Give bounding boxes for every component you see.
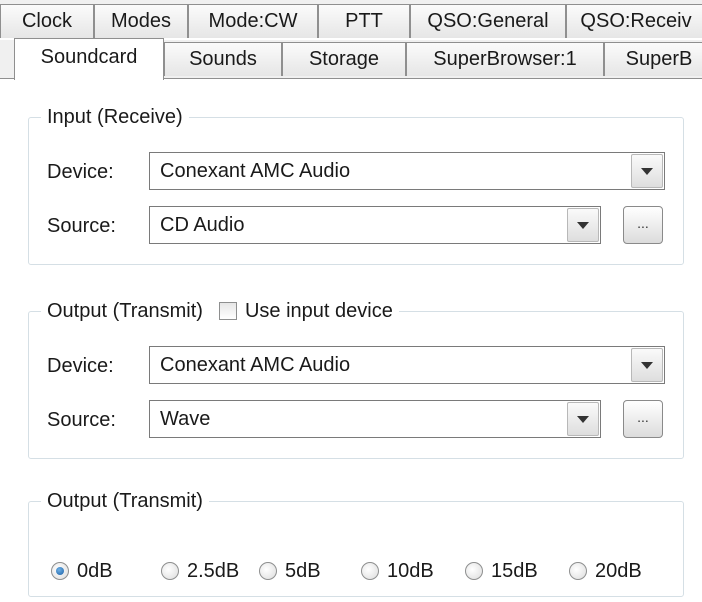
- output-device-select[interactable]: Conexant AMC Audio: [149, 346, 665, 384]
- level-radio-label: 10dB: [387, 560, 434, 582]
- tab-storage[interactable]: Storage: [282, 42, 406, 76]
- tab-superbrowser-2[interactable]: SuperB: [604, 42, 702, 76]
- input-receive-group: Input (Receive) Device: Conexant AMC Aud…: [28, 102, 684, 265]
- output-device-label: Device:: [47, 355, 114, 377]
- level-radio-0db[interactable]: 0dB: [51, 556, 113, 586]
- radio-icon: [361, 562, 379, 580]
- input-device-dropdown-button[interactable]: [631, 154, 663, 188]
- output-source-label: Source:: [47, 409, 116, 431]
- tab-clock[interactable]: Clock: [0, 4, 94, 38]
- output-device-dropdown-button[interactable]: [631, 348, 663, 382]
- tab-mode-cw[interactable]: Mode:CW: [188, 4, 318, 38]
- level-radio-15db[interactable]: 15dB: [465, 556, 538, 586]
- chevron-down-icon: [577, 221, 589, 229]
- input-source-label: Source:: [47, 215, 116, 237]
- input-device-select[interactable]: Conexant AMC Audio: [149, 152, 665, 190]
- tab-qso-receive[interactable]: QSO:Receiv: [566, 4, 702, 38]
- use-input-device-checkbox[interactable]: [218, 302, 237, 320]
- tab-qso-general[interactable]: QSO:General: [410, 4, 566, 38]
- chevron-down-icon: [577, 415, 589, 423]
- level-radio-label: 0dB: [77, 560, 113, 582]
- output-source-select[interactable]: Wave: [149, 400, 601, 438]
- radio-icon: [161, 562, 179, 580]
- tab-modes[interactable]: Modes: [94, 4, 188, 38]
- tab-ptt[interactable]: PTT: [318, 4, 410, 38]
- tab-soundcard[interactable]: Soundcard: [14, 38, 164, 80]
- radio-selected-icon: [51, 562, 69, 580]
- level-radio-20db[interactable]: 20dB: [569, 556, 642, 586]
- input-source-value: CD Audio: [160, 214, 245, 236]
- tab-row-back: Clock Modes Mode:CW PTT QSO:General QSO:…: [0, 0, 702, 38]
- input-source-select[interactable]: CD Audio: [149, 206, 601, 244]
- output-source-browse-button[interactable]: ...: [623, 400, 663, 438]
- level-radio-2-5db[interactable]: 2.5dB: [161, 556, 239, 586]
- level-radio-label: 5dB: [285, 560, 321, 582]
- input-source-dropdown-button[interactable]: [567, 208, 599, 242]
- output-level-group: Output (Transmit) 0dB 2.5dB 5dB 10dB 15d…: [28, 486, 684, 597]
- radio-icon: [259, 562, 277, 580]
- input-device-value: Conexant AMC Audio: [160, 160, 351, 182]
- tab-sounds[interactable]: Sounds: [164, 42, 282, 76]
- level-radio-label: 2.5dB: [187, 560, 240, 582]
- radio-icon: [465, 562, 483, 580]
- input-receive-title: Input (Receive): [41, 102, 189, 132]
- chevron-down-icon: [641, 361, 653, 369]
- level-radio-5db[interactable]: 5dB: [259, 556, 321, 586]
- input-device-label: Device:: [47, 161, 114, 183]
- output-level-title: Output (Transmit): [41, 486, 209, 516]
- tab-row-front: Soundcard Sounds Storage SuperBrowser:1 …: [0, 38, 702, 80]
- output-device-value: Conexant AMC Audio: [160, 354, 351, 376]
- chevron-down-icon: [641, 167, 653, 175]
- level-radio-label: 15dB: [491, 560, 538, 582]
- radio-icon: [569, 562, 587, 580]
- tab-superbrowser-1[interactable]: SuperBrowser:1: [406, 42, 604, 76]
- output-transmit-title: Output (Transmit) Use input device: [41, 296, 399, 326]
- output-source-value: Wave: [160, 408, 211, 430]
- level-radio-label: 20dB: [595, 560, 642, 582]
- input-source-browse-button[interactable]: ...: [623, 206, 663, 244]
- soundcard-panel: Input (Receive) Device: Conexant AMC Aud…: [0, 78, 702, 602]
- level-radio-10db[interactable]: 10dB: [361, 556, 434, 586]
- output-source-dropdown-button[interactable]: [567, 402, 599, 436]
- use-input-device-label[interactable]: Use input device: [245, 296, 393, 326]
- output-transmit-group: Output (Transmit) Use input device Devic…: [28, 296, 684, 459]
